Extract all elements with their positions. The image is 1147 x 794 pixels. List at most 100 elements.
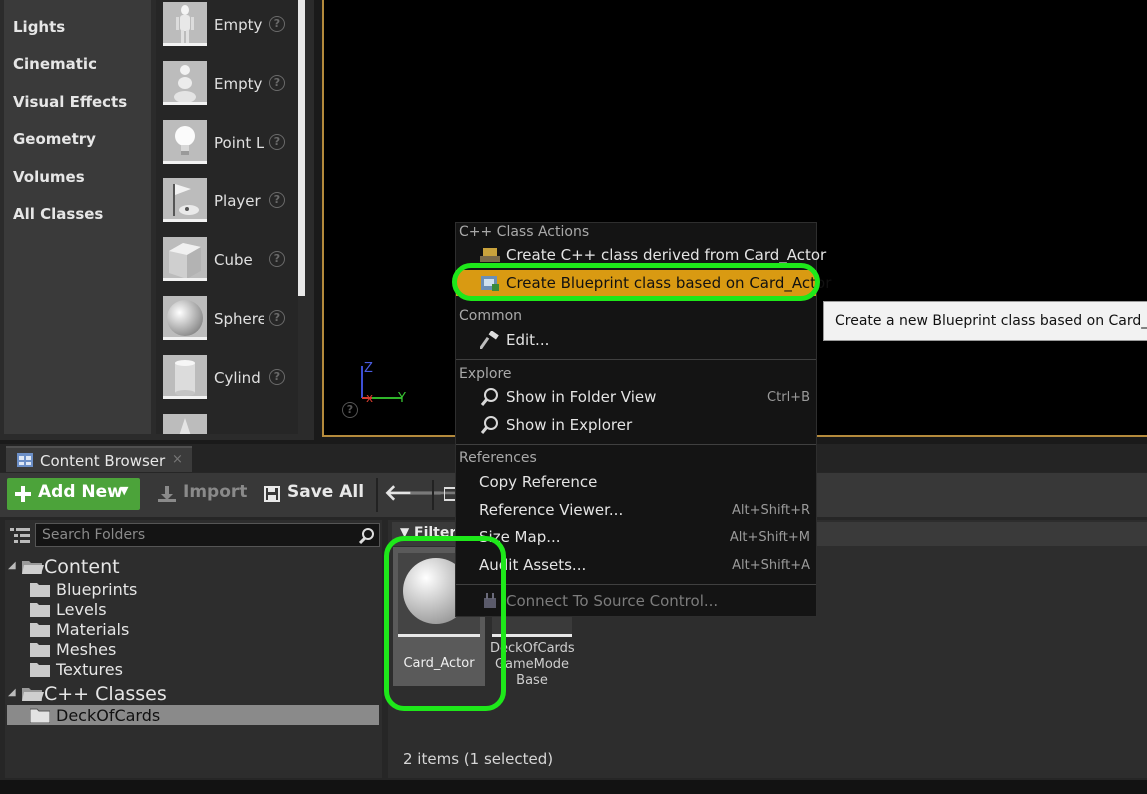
help-icon[interactable]: ? [269, 310, 285, 326]
add-new-label: Add New [38, 482, 123, 502]
category-volumes[interactable]: Volumes [13, 168, 85, 186]
magnifier-icon [480, 388, 498, 406]
place-item-label: Empty [214, 16, 263, 34]
category-all-classes[interactable]: All Classes [13, 205, 103, 223]
content-browser-icon [17, 453, 33, 467]
place-item-sphere[interactable]: Sphere ? [161, 296, 296, 346]
menu-label: Create C++ class derived from Card_Actor [506, 246, 827, 264]
empty-pawn-icon [163, 61, 207, 105]
tree-item-blueprints[interactable]: Blueprints [30, 580, 370, 600]
svg-text:x: x [366, 391, 373, 405]
search-icon[interactable] [358, 527, 376, 545]
expand-arrow-icon[interactable]: ◢ [8, 560, 16, 571]
menu-label: Show in Folder View [506, 388, 657, 406]
tree-label: C++ Classes [44, 683, 167, 705]
search-folders-box[interactable] [35, 523, 380, 547]
save-all-button[interactable]: Save All [258, 478, 368, 510]
tree-item-levels[interactable]: Levels [30, 600, 370, 620]
close-tab-icon[interactable]: × [172, 452, 183, 467]
cube-icon [163, 237, 207, 281]
place-item-label: Cube [214, 251, 253, 269]
point-light-icon [163, 120, 207, 164]
category-cinematic[interactable]: Cinematic [13, 55, 97, 73]
place-item-empty-pawn[interactable]: Empty ? [161, 61, 296, 111]
category-geometry[interactable]: Geometry [13, 130, 96, 148]
section-references: References [459, 450, 537, 466]
help-icon[interactable]: ? [269, 75, 285, 91]
place-item-cone[interactable] [161, 414, 296, 434]
place-item-cube[interactable]: Cube ? [161, 237, 296, 287]
tab-label: Content Browser [40, 452, 166, 470]
menu-size-map[interactable]: Size Map... Alt+Shift+M [456, 524, 816, 550]
import-icon [158, 486, 176, 502]
place-item-label: Empty [214, 75, 263, 93]
menu-label: Reference Viewer... [479, 501, 624, 519]
menu-label: Copy Reference [479, 473, 598, 491]
section-explore: Explore [459, 366, 512, 382]
search-folders-input[interactable] [42, 526, 352, 544]
asset-count-status: 2 items (1 selected) [403, 750, 554, 768]
place-items-list: Empty ? Empty ? Point L ? Player ? Cube … [156, 0, 298, 434]
import-label: Import [183, 482, 248, 502]
menu-copy-reference[interactable]: Copy Reference [456, 469, 816, 495]
tree-label: Meshes [56, 640, 117, 659]
viewport-help-icon[interactable]: ? [342, 402, 358, 418]
menu-edit[interactable]: Edit... [456, 327, 816, 353]
expand-arrow-icon[interactable]: ◢ [8, 687, 16, 698]
place-categories: Lights Cinematic Visual Effects Geometry… [4, 0, 151, 434]
help-icon[interactable]: ? [269, 192, 285, 208]
axis-z-label: Z [364, 361, 373, 376]
menu-label: Edit... [506, 331, 550, 349]
help-icon[interactable]: ? [269, 16, 285, 32]
tree-item-content[interactable]: ◢ Content [8, 556, 378, 578]
place-item-label: Sphere [214, 310, 264, 328]
add-new-button[interactable]: Add New ▼ [7, 478, 140, 510]
taskbar-strip [0, 780, 1147, 794]
save-all-label: Save All [287, 482, 365, 502]
tree-label: Textures [56, 660, 123, 679]
shortcut-label: Alt+Shift+R [732, 503, 810, 518]
menu-audit-assets[interactable]: Audit Assets... Alt+Shift+A [456, 552, 816, 578]
place-item-cylinder[interactable]: Cylind ? [161, 355, 296, 405]
tree-label: DeckOfCards [56, 706, 161, 725]
place-item-point-light[interactable]: Point L ? [161, 120, 296, 170]
tree-item-meshes[interactable]: Meshes [30, 640, 370, 660]
shortcut-label: Alt+Shift+A [732, 558, 810, 573]
cylinder-icon [163, 355, 207, 399]
axis-y-label: Y [397, 391, 406, 406]
tab-content-browser[interactable]: Content Browser × [6, 446, 192, 473]
tooltip-text: Create a new Blueprint class based on Ca… [835, 313, 1147, 329]
cone-icon [163, 414, 207, 434]
save-icon [264, 486, 280, 502]
tree-item-textures[interactable]: Textures [30, 660, 370, 680]
tree-label: Materials [56, 620, 130, 639]
tree-item-cpp-classes[interactable]: ◢ C++ Classes [8, 683, 378, 705]
menu-separator [456, 584, 816, 585]
help-icon[interactable]: ? [269, 134, 285, 150]
place-items-scrollbar[interactable] [298, 0, 305, 296]
help-icon[interactable]: ? [269, 369, 285, 385]
magnifier-icon [480, 416, 498, 434]
category-lights[interactable]: Lights [13, 18, 65, 36]
menu-reference-viewer[interactable]: Reference Viewer... Alt+Shift+R [456, 497, 816, 523]
tree-label: Blueprints [56, 580, 138, 599]
tree-item-materials[interactable]: Materials [30, 620, 370, 640]
place-item-label: Player [214, 192, 261, 210]
cpp-class-icon [480, 248, 500, 262]
menu-connect-source-control[interactable]: Connect To Source Control... [456, 588, 816, 614]
place-item-player-start[interactable]: Player ? [161, 178, 296, 228]
menu-show-in-folder-view[interactable]: Show in Folder View Ctrl+B [456, 384, 816, 410]
import-button[interactable]: Import [152, 478, 252, 510]
help-icon[interactable]: ? [269, 251, 285, 267]
tooltip: Create a new Blueprint class based on Ca… [823, 301, 1147, 341]
tree-item-deckofcards[interactable]: DeckOfCards [30, 706, 370, 726]
cpp-folder-icon [22, 688, 44, 701]
menu-label: Connect To Source Control... [506, 592, 719, 610]
folder-icon [30, 663, 50, 677]
category-visual-effects[interactable]: Visual Effects [13, 93, 127, 111]
menu-show-in-explorer[interactable]: Show in Explorer [456, 412, 816, 438]
toolbar-divider [376, 478, 378, 512]
folder-tree-options-icon[interactable] [10, 526, 32, 544]
place-item-empty-actor[interactable]: Empty ? [161, 2, 296, 52]
tree-label: Content [44, 556, 120, 578]
